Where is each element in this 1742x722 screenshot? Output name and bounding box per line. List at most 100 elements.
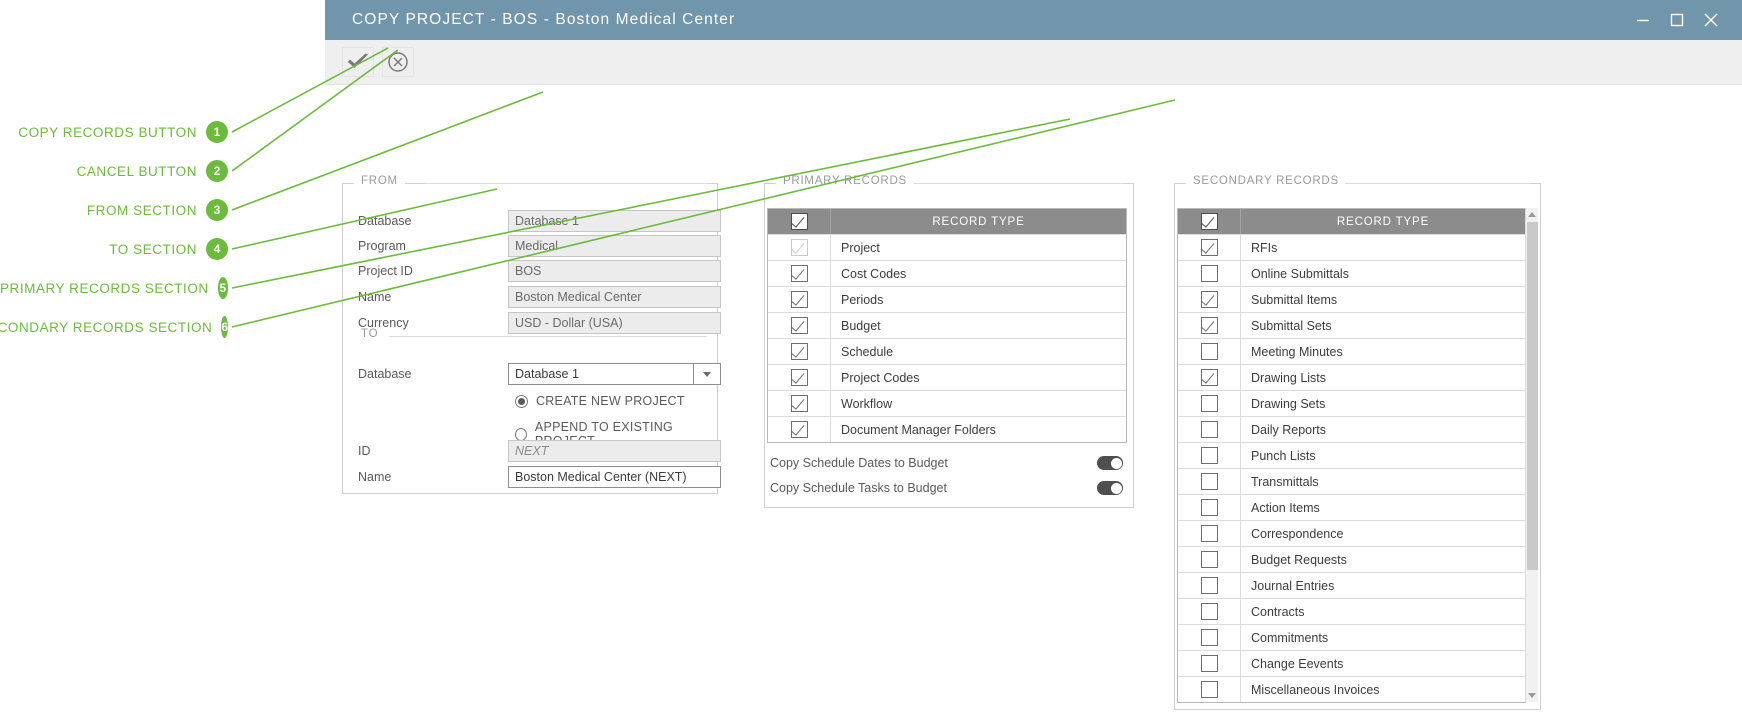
to-field-database-value[interactable]: Database 1 xyxy=(508,363,693,385)
secondary-row-checkbox-cell[interactable] xyxy=(1178,261,1241,286)
primary-row-checkbox[interactable] xyxy=(790,395,808,412)
primary-row-checkbox[interactable] xyxy=(790,369,808,386)
table-row[interactable]: Schedule xyxy=(768,338,1126,364)
table-row[interactable]: Budget Requests xyxy=(1178,546,1525,572)
secondary-row-checkbox-cell[interactable] xyxy=(1178,599,1241,624)
table-row[interactable]: Online Submittals xyxy=(1178,260,1525,286)
primary-row-checkbox-cell[interactable] xyxy=(768,417,831,442)
secondary-row-checkbox[interactable] xyxy=(1200,473,1218,490)
secondary-row-checkbox-cell[interactable] xyxy=(1178,365,1241,390)
table-row[interactable]: Submittal Sets xyxy=(1178,312,1525,338)
table-row[interactable]: Budget xyxy=(768,312,1126,338)
toggle-copy-schedule-dates[interactable]: Copy Schedule Dates to Budget xyxy=(767,451,1133,475)
table-row[interactable]: Contracts xyxy=(1178,598,1525,624)
to-field-name-value[interactable]: Boston Medical Center (NEXT) xyxy=(508,466,721,488)
secondary-row-checkbox[interactable] xyxy=(1200,525,1218,542)
scroll-up-arrow-icon[interactable] xyxy=(1526,208,1538,221)
close-icon[interactable] xyxy=(1694,3,1728,37)
table-row[interactable]: Project xyxy=(768,234,1126,260)
maximize-icon[interactable] xyxy=(1660,3,1694,37)
table-row[interactable]: Meeting Minutes xyxy=(1178,338,1525,364)
secondary-row-checkbox[interactable] xyxy=(1200,421,1218,438)
secondary-row-checkbox[interactable] xyxy=(1200,395,1218,412)
secondary-row-checkbox-cell[interactable] xyxy=(1178,235,1241,260)
primary-row-checkbox-cell[interactable] xyxy=(768,287,831,312)
secondary-row-checkbox-cell[interactable] xyxy=(1178,443,1241,468)
to-database-combobox[interactable]: Database 1 xyxy=(508,363,721,385)
table-row[interactable]: Periods xyxy=(768,286,1126,312)
primary-row-checkbox-cell[interactable] xyxy=(768,391,831,416)
secondary-row-checkbox-cell[interactable] xyxy=(1178,495,1241,520)
secondary-row-checkbox[interactable] xyxy=(1200,343,1218,360)
secondary-row-checkbox-cell[interactable] xyxy=(1178,625,1241,650)
secondary-row-checkbox-cell[interactable] xyxy=(1178,287,1241,312)
table-row[interactable]: Document Manager Folders xyxy=(768,416,1126,442)
radio-create-new-project-indicator[interactable] xyxy=(515,394,528,408)
secondary-row-checkbox-cell[interactable] xyxy=(1178,339,1241,364)
primary-row-checkbox-cell[interactable] xyxy=(768,235,831,260)
primary-row-checkbox-cell[interactable] xyxy=(768,313,831,338)
table-row[interactable]: Punch Lists xyxy=(1178,442,1525,468)
primary-row-checkbox[interactable] xyxy=(790,421,808,438)
secondary-row-checkbox[interactable] xyxy=(1200,265,1218,282)
table-row[interactable]: Cost Codes xyxy=(768,260,1126,286)
secondary-row-checkbox-cell[interactable] xyxy=(1178,469,1241,494)
secondary-row-checkbox[interactable] xyxy=(1200,369,1218,386)
table-row[interactable]: Action Items xyxy=(1178,494,1525,520)
secondary-row-checkbox[interactable] xyxy=(1200,239,1218,256)
primary-row-checkbox-cell[interactable] xyxy=(768,365,831,390)
radio-create-new-project[interactable]: CREATE NEW PROJECT xyxy=(515,394,685,408)
secondary-row-checkbox-cell[interactable] xyxy=(1178,651,1241,676)
primary-row-checkbox[interactable] xyxy=(790,265,808,282)
copy-records-button[interactable] xyxy=(342,47,374,77)
toggle-copy-schedule-dates-switch[interactable] xyxy=(1097,456,1123,470)
toggle-copy-schedule-tasks[interactable]: Copy Schedule Tasks to Budget xyxy=(767,476,1133,500)
secondary-row-checkbox[interactable] xyxy=(1200,655,1218,672)
minimize-icon[interactable] xyxy=(1626,3,1660,37)
secondary-row-checkbox[interactable] xyxy=(1200,499,1218,516)
scrollbar-thumb[interactable] xyxy=(1527,222,1538,570)
radio-append-existing-project-indicator[interactable] xyxy=(515,427,527,441)
table-row[interactable]: Project Codes xyxy=(768,364,1126,390)
secondary-row-checkbox-cell[interactable] xyxy=(1178,417,1241,442)
table-row[interactable]: Submittal Items xyxy=(1178,286,1525,312)
table-row[interactable]: Drawing Sets xyxy=(1178,390,1525,416)
table-row[interactable]: RFIs xyxy=(1178,234,1525,260)
secondary-row-checkbox[interactable] xyxy=(1200,291,1218,308)
toggle-copy-schedule-tasks-switch[interactable] xyxy=(1097,481,1123,495)
secondary-row-checkbox[interactable] xyxy=(1200,681,1218,698)
secondary-row-checkbox-cell[interactable] xyxy=(1178,677,1241,702)
table-row[interactable]: Change Eevents xyxy=(1178,650,1525,676)
to-field-id-value[interactable]: NEXT xyxy=(508,440,721,462)
primary-row-checkbox-cell[interactable] xyxy=(768,261,831,286)
table-row[interactable]: Commitments xyxy=(1178,624,1525,650)
secondary-row-checkbox-cell[interactable] xyxy=(1178,391,1241,416)
primary-select-all-cell[interactable] xyxy=(768,209,831,234)
cancel-button[interactable] xyxy=(382,47,414,77)
secondary-row-checkbox[interactable] xyxy=(1200,629,1218,646)
scroll-down-arrow-icon[interactable] xyxy=(1526,689,1537,702)
table-row[interactable]: Miscellaneous Invoices xyxy=(1178,676,1525,702)
primary-select-all-checkbox[interactable] xyxy=(790,213,808,230)
secondary-row-checkbox[interactable] xyxy=(1200,551,1218,568)
table-row[interactable]: Daily Reports xyxy=(1178,416,1525,442)
chevron-down-icon[interactable] xyxy=(693,363,721,385)
primary-row-checkbox[interactable] xyxy=(790,317,808,334)
secondary-row-checkbox-cell[interactable] xyxy=(1178,573,1241,598)
secondary-row-checkbox[interactable] xyxy=(1200,447,1218,464)
secondary-row-checkbox-cell[interactable] xyxy=(1178,547,1241,572)
table-row[interactable]: Transmittals xyxy=(1178,468,1525,494)
primary-row-checkbox[interactable] xyxy=(790,291,808,308)
table-row[interactable]: Drawing Lists xyxy=(1178,364,1525,390)
secondary-row-checkbox[interactable] xyxy=(1200,577,1218,594)
table-row[interactable]: Workflow xyxy=(768,390,1126,416)
secondary-records-scrollbar[interactable] xyxy=(1525,208,1538,702)
secondary-select-all-checkbox[interactable] xyxy=(1200,213,1218,230)
primary-row-checkbox-cell[interactable] xyxy=(768,339,831,364)
table-row[interactable]: Journal Entries xyxy=(1178,572,1525,598)
primary-row-checkbox[interactable] xyxy=(790,343,808,360)
secondary-row-checkbox-cell[interactable] xyxy=(1178,313,1241,338)
secondary-select-all-cell[interactable] xyxy=(1178,209,1241,234)
table-row[interactable]: Correspondence xyxy=(1178,520,1525,546)
secondary-row-checkbox[interactable] xyxy=(1200,603,1218,620)
